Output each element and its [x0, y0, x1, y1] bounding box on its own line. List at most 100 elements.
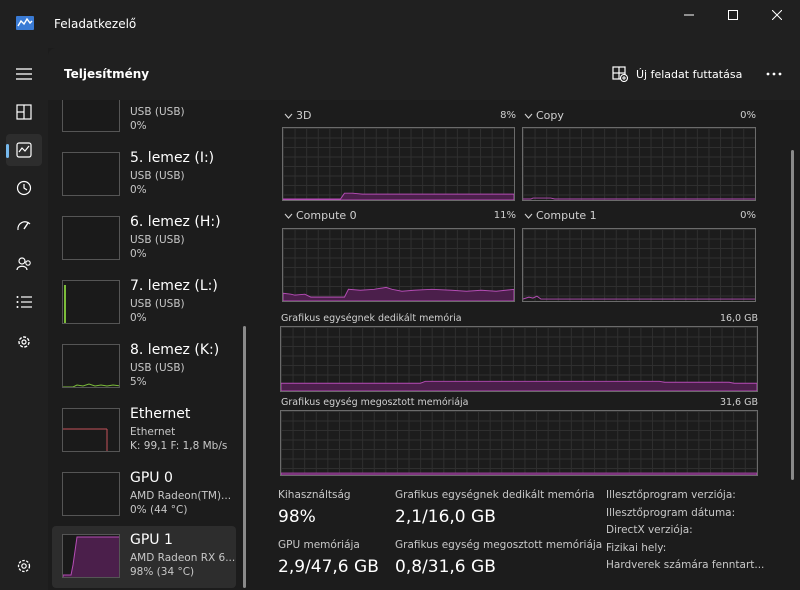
- close-button[interactable]: [754, 0, 800, 30]
- shared-memory-label: Grafikus egység megosztott memóriája: [395, 539, 603, 551]
- nav-processes[interactable]: [6, 96, 42, 128]
- dedicated-memory-label: Grafikus egységnek dedikált memória: [395, 489, 595, 501]
- chevron-down-icon: [284, 213, 293, 219]
- nav-services[interactable]: [6, 326, 42, 358]
- device-name: 5. lemez (I:): [130, 150, 215, 166]
- device-gpu-0[interactable]: GPU 0 AMD Radeon(TM)... 0% (44 °C): [52, 468, 236, 530]
- device-name: GPU 1: [130, 532, 173, 548]
- run-task-icon: [612, 66, 628, 82]
- run-new-task-button[interactable]: Új feladat futtatása: [612, 66, 742, 82]
- performance-icon: [16, 142, 32, 158]
- device-usage: 0%: [130, 312, 147, 324]
- close-icon: [772, 10, 782, 20]
- engine-compute1-label: Compute 1: [536, 209, 597, 222]
- device-name: 7. lemez (L:): [130, 278, 218, 294]
- device-thumbnail: [62, 472, 120, 516]
- hardware-reserved-label: Hardverek számára fenntart...: [606, 559, 765, 571]
- nav-settings[interactable]: [6, 550, 42, 582]
- device-disk-5[interactable]: 5. lemez (I:) USB (USB) 0%: [52, 148, 236, 210]
- engine-3d-series: [283, 192, 514, 200]
- shared-memory-graph-label: Grafikus egység megosztott memóriája: [281, 397, 469, 408]
- device-disk-6[interactable]: 6. lemez (H:) USB (USB) 0%: [52, 212, 236, 274]
- nav-users[interactable]: [6, 248, 42, 280]
- engine-compute0-series: [283, 286, 514, 301]
- device-thumbnail: [62, 100, 120, 132]
- nav-startup[interactable]: [6, 210, 42, 242]
- device-thumbnail: [62, 216, 120, 260]
- driver-version-label: Illesztőprogram verziója:: [606, 489, 736, 501]
- device-usage: 98% (34 °C): [130, 566, 195, 578]
- engine-3d-selector[interactable]: 3D: [284, 109, 311, 122]
- shared-memory-graph: [280, 410, 758, 476]
- device-usage: 0%: [130, 120, 147, 132]
- page-header: Teljesítmény Új feladat futtatása: [48, 48, 800, 100]
- menu-button[interactable]: [6, 58, 42, 90]
- device-usage: 0%: [130, 248, 147, 260]
- engine-copy-pct: 0%: [740, 110, 756, 121]
- engine-compute0-selector[interactable]: Compute 0: [284, 209, 357, 222]
- processes-icon: [16, 104, 32, 120]
- dedicated-memory-max: 16,0 GB: [719, 313, 758, 324]
- engine-copy-selector[interactable]: Copy: [524, 109, 564, 122]
- chevron-down-icon: [524, 213, 533, 219]
- detail-scrollbar[interactable]: [791, 150, 794, 480]
- device-type: Ethernet: [130, 426, 176, 438]
- device-ethernet[interactable]: Ethernet Ethernet K: 99,1 F: 1,8 Mb/s: [52, 404, 236, 466]
- dedicated-memory-graph-label: Grafikus egységnek dedikált memória: [281, 313, 462, 324]
- device-thumbnail: [62, 344, 120, 388]
- engine-copy-label: Copy: [536, 109, 564, 122]
- device-type: USB (USB): [130, 298, 185, 310]
- nav-details[interactable]: [6, 286, 42, 318]
- navigation-pane: [0, 48, 48, 590]
- minimize-button[interactable]: [666, 0, 712, 30]
- dedicated-memory-graph: [280, 326, 758, 392]
- device-gpu-1[interactable]: GPU 1 AMD Radeon RX 6... 98% (34 °C): [52, 526, 236, 588]
- nav-performance[interactable]: [6, 134, 42, 166]
- details-icon: [16, 296, 32, 308]
- device-list: USB (USB) 0% 5. lemez (I:) USB (USB) 0% …: [48, 100, 248, 590]
- device-type: AMD Radeon RX 6...: [130, 552, 236, 564]
- engine-3d-pct: 8%: [500, 110, 516, 121]
- engine-compute1-selector[interactable]: Compute 1: [524, 209, 597, 222]
- device-name: 8. lemez (K:): [130, 342, 220, 358]
- utilization-value: 98%: [278, 507, 316, 527]
- settings-icon: [17, 559, 31, 573]
- device-name: Ethernet: [130, 406, 191, 422]
- nav-app-history[interactable]: [6, 172, 42, 204]
- device-type: USB (USB): [130, 362, 185, 374]
- device-list-scrollbar[interactable]: [243, 326, 246, 588]
- engine-compute1-graph: [522, 228, 756, 302]
- run-new-task-label: Új feladat futtatása: [636, 67, 743, 81]
- engine-compute1-series: [523, 295, 755, 300]
- device-type: USB (USB): [130, 106, 185, 118]
- title-bar: Feladatkezelő: [0, 0, 800, 48]
- gpu-detail-pane: 3D 8% Copy 0% Compute 0 11% Compute 1 0%…: [250, 100, 800, 590]
- page-title: Teljesítmény: [64, 67, 150, 81]
- more-options-button[interactable]: [760, 62, 788, 86]
- engine-compute0-pct: 11%: [493, 210, 516, 221]
- utilization-label: Kihasználtság: [278, 489, 351, 501]
- device-usage: 0% (44 °C): [130, 504, 188, 516]
- app-icon: [16, 16, 34, 30]
- chevron-down-icon: [284, 113, 293, 119]
- history-icon: [16, 180, 32, 196]
- engine-compute0-label: Compute 0: [296, 209, 357, 222]
- hamburger-icon: [16, 68, 32, 80]
- device-disk-7[interactable]: 7. lemez (L:) USB (USB) 0%: [52, 276, 236, 338]
- device-name: GPU 0: [130, 470, 173, 486]
- device-thumbnail: [62, 280, 120, 324]
- directx-version-label: DirectX verziója:: [606, 524, 693, 536]
- minimize-icon: [684, 14, 694, 16]
- services-icon: [18, 336, 30, 348]
- engine-compute0-graph: [282, 228, 515, 302]
- device-thumbnail: [62, 534, 120, 578]
- shared-memory-value: 0,8/31,6 GB: [395, 557, 496, 577]
- chevron-down-icon: [524, 113, 533, 119]
- disk-7-sparkline: [64, 285, 66, 323]
- device-usb-partial[interactable]: USB (USB) 0%: [52, 100, 236, 146]
- shared-memory-series: [281, 472, 757, 475]
- maximize-icon: [728, 10, 738, 20]
- maximize-button[interactable]: [710, 0, 756, 30]
- device-usage: K: 99,1 F: 1,8 Mb/s: [130, 440, 228, 452]
- device-disk-8[interactable]: 8. lemez (K:) USB (USB) 5%: [52, 340, 236, 402]
